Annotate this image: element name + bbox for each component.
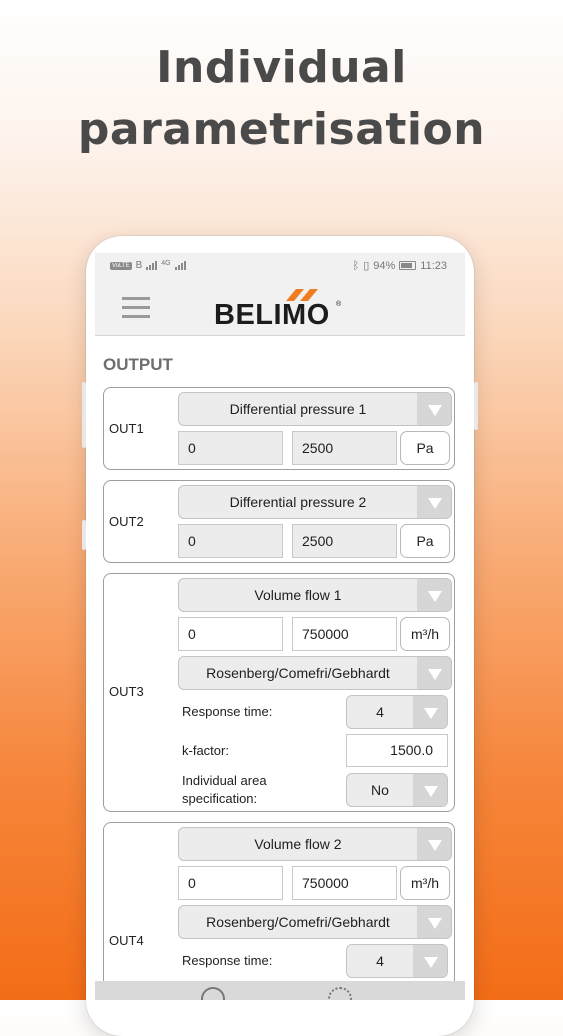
unit-button[interactable]: Pa [400, 431, 450, 465]
signal-dropdown[interactable]: Differential pressure 2 [178, 485, 452, 519]
output-label: OUT4 [109, 933, 144, 948]
menu-icon[interactable] [122, 297, 150, 319]
output-card-out4: OUT4 Volume flow 2 0 750000 m³/h Rosenbe… [103, 822, 455, 1000]
range-max-field[interactable]: 750000 [292, 617, 397, 651]
area-spec-label-line1: Individual area [182, 773, 267, 788]
area-spec-dropdown[interactable]: No [346, 773, 448, 807]
battery-percent: 94% [373, 259, 396, 272]
fan-manufacturer-value: Rosenberg/Comefri/Gebhardt [206, 665, 390, 681]
battery-icon [399, 261, 417, 270]
app-screen: VoLTE B 4G ᛒ ▯ 94% 11:23 BELIMO ® OUTPUT… [95, 253, 465, 1000]
gear-icon[interactable] [328, 987, 352, 1000]
fan-manufacturer-dropdown[interactable]: Rosenberg/Comefri/Gebhardt [178, 656, 452, 690]
range-max-field[interactable]: 2500 [292, 524, 397, 558]
unit-button[interactable]: Pa [400, 524, 450, 558]
response-time-value: 4 [376, 953, 384, 969]
signal-dropdown[interactable]: Volume flow 2 [178, 827, 452, 861]
dropdown-arrow-icon [413, 774, 447, 806]
headline-line-1: Individual [156, 42, 407, 93]
response-time-label: Response time: [182, 953, 273, 968]
k-factor-label: k-factor: [182, 743, 229, 758]
bottom-nav [95, 981, 465, 1000]
signal-dropdown[interactable]: Differential pressure 1 [178, 392, 452, 426]
dropdown-arrow-icon [417, 579, 451, 611]
range-min-field[interactable]: 0 [178, 617, 283, 651]
dropdown-arrow-icon [413, 696, 447, 728]
output-label: OUT3 [109, 684, 144, 699]
status-bar: VoLTE B 4G ᛒ ▯ 94% 11:23 [95, 253, 465, 277]
app-bar: BELIMO ® [95, 277, 465, 336]
range-min-field[interactable]: 0 [178, 431, 283, 465]
range-max-field[interactable]: 2500 [292, 431, 397, 465]
volte-icon: VoLTE [110, 261, 132, 270]
fan-manufacturer-dropdown[interactable]: Rosenberg/Comefri/Gebhardt [178, 905, 452, 939]
response-time-dropdown[interactable]: 4 [346, 944, 448, 978]
clock: 11:23 [420, 259, 447, 272]
fan-manufacturer-value: Rosenberg/Comefri/Gebhardt [206, 914, 390, 930]
range-min-field[interactable]: 0 [178, 524, 283, 558]
brand-name: BELIMO [214, 299, 330, 331]
sim-label: B [135, 260, 143, 271]
dropdown-arrow-icon [417, 393, 451, 425]
phone-side-button-right [474, 382, 478, 430]
output-card-out3: OUT3 Volume flow 1 0 750000 m³/h Rosenbe… [103, 573, 455, 812]
signal-dropdown[interactable]: Volume flow 1 [178, 578, 452, 612]
registered-mark: ® [336, 301, 342, 308]
vibrate-icon: ▯ [363, 260, 370, 272]
response-time-dropdown[interactable]: 4 [346, 695, 448, 729]
output-card-out1: OUT1 Differential pressure 1 0 2500 Pa [103, 387, 455, 470]
unit-button[interactable]: m³/h [400, 617, 450, 651]
signal-value: Differential pressure 2 [229, 494, 367, 510]
area-spec-value: No [371, 782, 389, 798]
signal-icon [146, 261, 158, 270]
section-title-output: OUTPUT [103, 355, 173, 374]
dropdown-arrow-icon [413, 945, 447, 977]
belimo-logo: BELIMO ® [214, 285, 344, 331]
output-label: OUT2 [109, 514, 144, 529]
k-factor-input[interactable]: 1500.0 [346, 734, 448, 767]
output-card-out2: OUT2 Differential pressure 2 0 2500 Pa [103, 480, 455, 563]
network-label: 4G [161, 260, 171, 267]
dropdown-arrow-icon [417, 906, 451, 938]
bluetooth-icon: ᛒ [352, 259, 360, 272]
phone-side-button-left [82, 382, 86, 448]
output-label: OUT1 [109, 421, 144, 436]
signal-value: Volume flow 2 [254, 836, 342, 852]
area-spec-label-line2: specification: [182, 791, 258, 806]
dropdown-arrow-icon [417, 657, 451, 689]
response-time-label: Response time: [182, 704, 273, 719]
signal-value: Differential pressure 1 [229, 401, 367, 417]
response-time-value: 4 [376, 704, 384, 720]
range-max-field[interactable]: 750000 [292, 866, 397, 900]
signal-icon-2 [174, 261, 186, 270]
range-min-field[interactable]: 0 [178, 866, 283, 900]
unit-button[interactable]: m³/h [400, 866, 450, 900]
dropdown-arrow-icon [417, 486, 451, 518]
signal-value: Volume flow 1 [254, 587, 342, 603]
dial-icon[interactable] [201, 987, 225, 1000]
headline-line-2: parametrisation [77, 104, 486, 155]
dropdown-arrow-icon [417, 828, 451, 860]
phone-side-button-left-2 [82, 520, 86, 550]
